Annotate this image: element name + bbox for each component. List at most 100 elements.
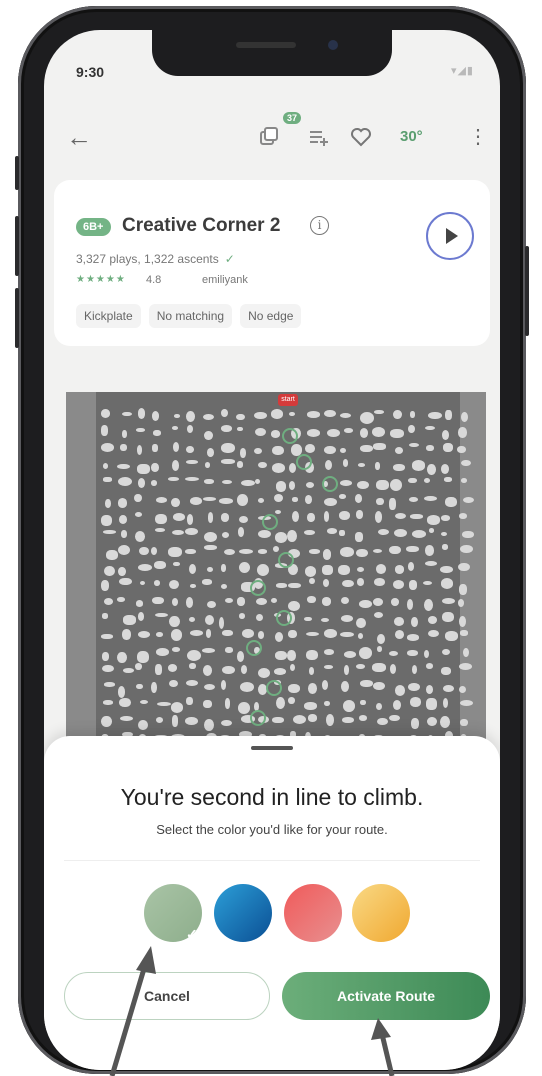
sheet-drag-handle[interactable] xyxy=(251,746,293,750)
board-hold xyxy=(139,546,150,556)
board-hold xyxy=(203,545,218,551)
board-hold xyxy=(101,613,109,619)
board-hold xyxy=(373,410,384,415)
add-to-list-icon[interactable] xyxy=(308,126,330,153)
board-hold xyxy=(389,429,404,439)
board-hold xyxy=(270,430,281,438)
board-hold xyxy=(340,547,354,558)
board-hold xyxy=(393,409,402,420)
board-hold xyxy=(135,427,146,433)
board-hold xyxy=(359,428,369,438)
board-hold xyxy=(223,548,235,556)
board-hold xyxy=(323,649,335,655)
board-hold xyxy=(340,480,352,486)
climbing-board[interactable]: start xyxy=(66,392,486,752)
board-hold xyxy=(458,513,468,519)
board-hold xyxy=(102,700,114,706)
board-hold xyxy=(287,529,297,542)
board-hold xyxy=(308,682,317,694)
board-hold xyxy=(409,697,422,707)
board-hold xyxy=(340,631,355,638)
board-hold xyxy=(406,634,420,641)
board-hold xyxy=(372,597,384,606)
back-arrow-icon[interactable]: ← xyxy=(66,122,92,153)
board-hold xyxy=(118,544,130,555)
board-hold xyxy=(373,548,383,554)
info-icon[interactable]: i xyxy=(310,216,329,235)
sheet-title: You're second in line to climb. xyxy=(120,784,424,810)
start-hold-marker: start xyxy=(278,394,298,406)
board-hold xyxy=(309,578,315,584)
board-hold xyxy=(207,512,214,523)
heart-icon[interactable] xyxy=(350,126,372,153)
board-hold xyxy=(137,650,149,663)
board-hold xyxy=(360,444,374,453)
board-hold xyxy=(136,445,143,456)
board-hold xyxy=(204,684,215,690)
board-hold xyxy=(168,664,178,672)
board-hold xyxy=(118,477,133,487)
more-options-icon[interactable]: ⋮ xyxy=(468,124,488,149)
selected-check-icon: ✓ xyxy=(186,926,198,942)
board-hold xyxy=(444,477,453,482)
board-hold xyxy=(375,498,385,506)
board-hold xyxy=(274,651,288,661)
climb-name: Creative Corner 2 xyxy=(122,215,281,236)
route-hold-marker xyxy=(250,710,266,726)
board-hold xyxy=(411,530,426,538)
board-angle[interactable]: 30° xyxy=(400,128,423,145)
board-hold xyxy=(441,430,449,441)
setter-name[interactable]: emiliyank xyxy=(202,274,248,286)
board-hold xyxy=(321,597,332,606)
activate-route-button[interactable]: Activate Route xyxy=(282,972,490,1020)
board-hold xyxy=(440,578,454,589)
board-hold xyxy=(428,528,434,533)
board-hold xyxy=(236,413,245,421)
color-select-sheet: You're second in line to climb. Select t… xyxy=(44,736,500,1070)
board-hold xyxy=(137,408,146,419)
power-button xyxy=(525,246,529,336)
board-hold xyxy=(288,600,300,612)
star-rating-icon: ★★★★★ xyxy=(76,274,126,285)
tag-no-edge: No edge xyxy=(240,304,302,328)
board-hold xyxy=(389,664,397,675)
board-hold xyxy=(326,428,341,438)
board-hold xyxy=(224,697,231,710)
board-hold xyxy=(204,430,214,441)
queue-icon[interactable] xyxy=(258,126,280,153)
play-icon xyxy=(445,228,458,244)
board-hold xyxy=(426,445,434,452)
board-hold xyxy=(221,564,227,573)
board-hold xyxy=(306,632,319,637)
board-hold xyxy=(389,650,399,656)
color-swatch-yellow[interactable] xyxy=(352,884,410,942)
color-swatch-blue[interactable] xyxy=(214,884,272,942)
board-hold xyxy=(168,546,182,558)
board-hold xyxy=(204,462,211,469)
climb-stats: 3,327 plays, 1,322 ascents ✓ xyxy=(76,252,235,266)
board-hold xyxy=(307,714,318,722)
board-hold xyxy=(189,629,204,636)
board-hold xyxy=(222,665,235,674)
board-hold xyxy=(321,617,330,623)
cancel-button[interactable]: Cancel xyxy=(64,972,270,1020)
plays-ascents-text: 3,327 plays, 1,322 ascents xyxy=(76,252,219,266)
board-hold xyxy=(237,651,245,662)
board-hold xyxy=(440,515,451,522)
board-hold xyxy=(119,578,133,586)
color-swatch-red[interactable] xyxy=(284,884,342,942)
board-hold xyxy=(427,515,441,525)
board-hold xyxy=(358,714,368,721)
board-hold xyxy=(441,612,454,622)
board-hold xyxy=(187,425,194,433)
board-hold xyxy=(151,462,160,472)
board-hold xyxy=(338,564,351,575)
board-hold xyxy=(338,530,345,536)
board-hold xyxy=(424,561,438,567)
board-hold xyxy=(205,629,211,638)
board-hold xyxy=(256,563,269,576)
board-hold xyxy=(101,633,114,639)
play-button[interactable] xyxy=(426,212,474,260)
board-hold xyxy=(372,663,386,673)
board-hold xyxy=(356,566,364,572)
